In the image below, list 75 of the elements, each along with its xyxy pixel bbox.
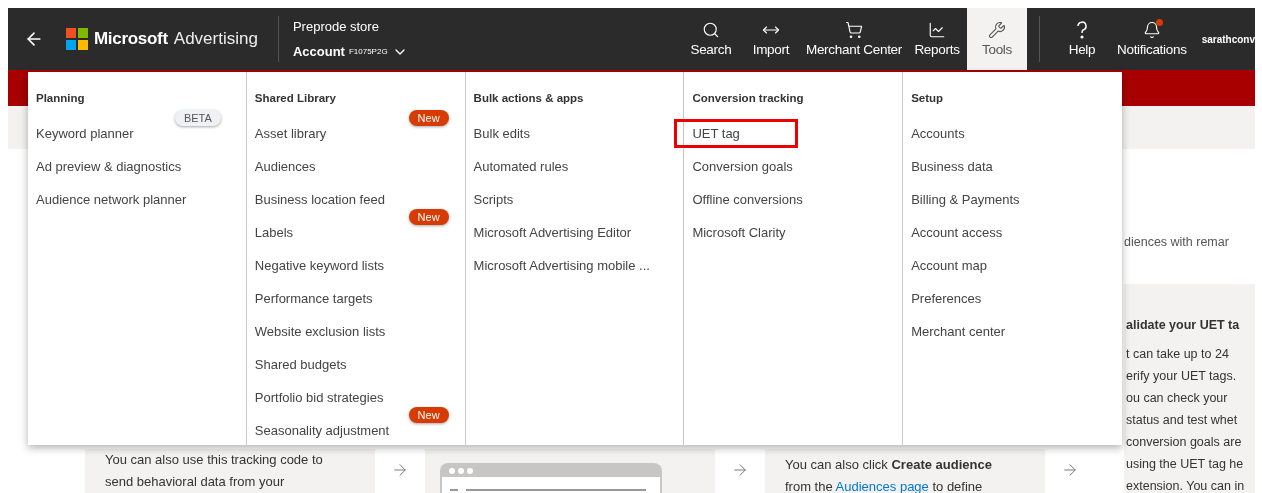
menu-item[interactable]: UET tag	[692, 126, 740, 141]
brand-name: Microsoft	[94, 29, 168, 49]
menu-item[interactable]: Scripts	[473, 192, 514, 207]
wrench-icon	[988, 21, 1006, 39]
card-text: status and test whet	[1126, 412, 1239, 429]
menu-item[interactable]: Billing & Payments	[911, 192, 1020, 207]
arrow-right-icon	[1061, 461, 1079, 479]
menu-item[interactable]: Conversion goals	[692, 159, 793, 174]
menu-section-title: Bulk actions & apps	[473, 92, 585, 104]
menu-item[interactable]: Bulk edits	[473, 126, 530, 141]
menu-item[interactable]: Ad preview & diagnostics	[36, 159, 182, 174]
menu-item[interactable]: Merchant center	[911, 324, 1006, 339]
menu-item[interactable]: Accounts	[911, 126, 965, 141]
menu-item[interactable]: Offline conversions	[692, 192, 803, 207]
menu-item[interactable]: Business data	[911, 159, 993, 174]
card-text: ou can check your	[1126, 390, 1229, 407]
account-id: F1075P2G	[348, 47, 388, 56]
menu-item[interactable]: Labels	[254, 225, 294, 240]
status-badge: New	[408, 110, 449, 126]
nav-button[interactable]: Help	[1052, 8, 1112, 70]
nav-button[interactable]: Tools	[967, 8, 1027, 70]
menu-item[interactable]: Performance targets	[254, 291, 373, 306]
menu-item[interactable]: Account map	[911, 258, 988, 273]
menu-item[interactable]: Audiences	[254, 159, 316, 174]
status-badge: New	[408, 209, 449, 225]
nav-button[interactable]: Reports	[907, 8, 967, 70]
menu-item[interactable]: Audience network planner	[36, 192, 187, 207]
menu-section-title: Conversion tracking	[692, 92, 805, 104]
card-text: send behavioral data from your	[105, 473, 286, 491]
menu-item[interactable]: Seasonality adjustment	[254, 423, 390, 438]
arrow-right-icon	[391, 461, 409, 479]
cart-icon	[844, 21, 863, 39]
card-text: from the Audiences page to define	[785, 478, 984, 493]
logo-icon	[66, 28, 88, 50]
menu-item[interactable]: Microsoft Advertising mobile ...	[473, 258, 650, 273]
menu-item[interactable]: Microsoft Advertising Editor	[473, 225, 632, 240]
card-text: using the UET tag he	[1126, 456, 1245, 473]
menu-item[interactable]: Account access	[911, 225, 1003, 240]
audiences-page-link[interactable]: Audiences page	[835, 479, 929, 493]
card-text: You can also click Create audience	[785, 456, 993, 474]
user-name[interactable]: sarathconv	[1191, 33, 1255, 45]
menu-item[interactable]: Website exclusion lists	[254, 324, 386, 339]
bell-icon	[1142, 21, 1161, 39]
card-text: erify your UET tags.	[1126, 368, 1238, 385]
chart-icon	[928, 21, 946, 39]
description-text: diences with remar	[1124, 235, 1229, 249]
status-badge: New	[408, 407, 449, 423]
menu-item[interactable]: Automated rules	[473, 159, 569, 174]
card-text: extension. You can in	[1126, 478, 1246, 493]
menu-item[interactable]: Shared budgets	[254, 357, 347, 372]
menu-section-title: Shared Library	[254, 92, 337, 104]
product-name: Advertising	[173, 29, 258, 49]
nav-button[interactable]: Merchant Center	[800, 8, 907, 70]
help-icon	[1074, 21, 1090, 39]
menu-item[interactable]: Business location feed	[254, 192, 385, 207]
card-text: t can take up to 24	[1126, 346, 1230, 363]
account-label: Account	[292, 44, 345, 59]
card-text: conversion goals are	[1126, 434, 1243, 451]
menu-item[interactable]: Asset library	[254, 126, 327, 141]
menu-item[interactable]: Preferences	[911, 291, 982, 306]
store-name: Preprode store	[292, 18, 380, 34]
nav-button[interactable]: Import	[740, 8, 801, 70]
menu-section-title: Planning	[36, 92, 86, 104]
menu-item[interactable]: Keyword planner	[36, 126, 134, 141]
card-text: You can also use this tracking code to	[105, 451, 324, 469]
search-icon	[701, 21, 720, 39]
menu-item[interactable]: Negative keyword lists	[254, 258, 385, 273]
nav-button[interactable]: Search	[680, 8, 741, 70]
status-badge: BETA	[174, 110, 221, 126]
menu-item[interactable]: Microsoft Clarity	[692, 225, 786, 240]
arrow-right-icon	[731, 461, 749, 479]
menu-item[interactable]: Portfolio bid strategies	[254, 390, 384, 405]
nav-button[interactable]: Notifications	[1112, 8, 1192, 70]
card-title: alidate your UET ta	[1126, 317, 1241, 334]
menu-section-title: Setup	[911, 92, 945, 104]
